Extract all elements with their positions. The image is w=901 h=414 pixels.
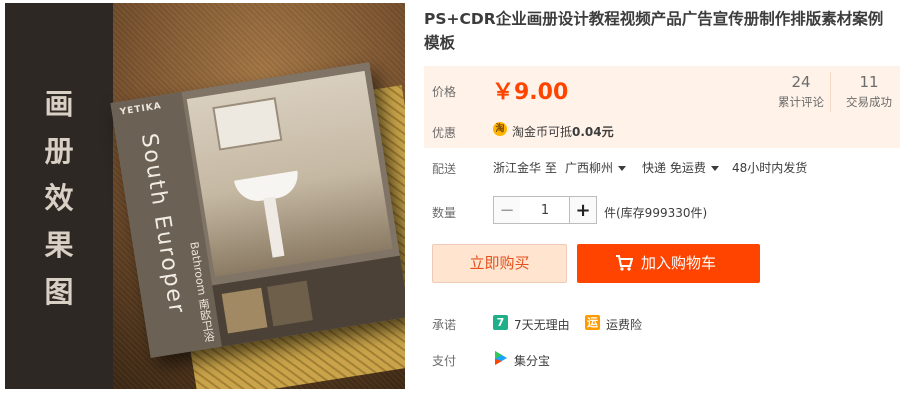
quantity-increase-button[interactable]: +	[569, 196, 597, 224]
promo-prefix: 淘金币可抵	[512, 125, 573, 139]
brochure-swatch	[267, 280, 313, 327]
payment-label: 支付	[432, 354, 457, 368]
chevron-down-icon	[710, 166, 719, 171]
image-side-band: 画 册 效 果 图	[5, 3, 113, 389]
side-char: 图	[44, 275, 74, 309]
service-seven-day-return[interactable]: 7天无理由	[514, 316, 570, 333]
stat-divider	[830, 72, 831, 112]
deals-count: 11	[859, 73, 879, 91]
promo-amount: 0.04元	[572, 125, 614, 139]
chevron-down-icon	[618, 166, 627, 171]
ship-from: 浙江金华 至	[493, 161, 557, 175]
reviews-stat[interactable]: 24 累计评论	[770, 73, 832, 110]
shipping-insurance-icon: 运	[585, 315, 600, 330]
product-title: PS+CDR企业画册设计教程视频产品广告宣传册制作排版素材案例模板	[424, 10, 884, 52]
service-shipping-insurance[interactable]: 运费险	[606, 316, 642, 333]
price-value: ￥9.00	[492, 80, 569, 105]
jifenbao-icon	[495, 351, 507, 365]
side-char: 果	[44, 228, 74, 262]
quantity-decrease-button[interactable]: −	[493, 196, 521, 224]
side-char: 册	[44, 134, 74, 168]
ship-method: 快递 免运费	[642, 161, 706, 175]
ship-dispatch: 48小时内发货	[732, 161, 808, 175]
add-to-cart-label: 加入购物车	[641, 254, 717, 272]
promo-text: 淘金币可抵0.04元	[512, 123, 614, 140]
cart-icon	[616, 255, 633, 271]
price-label: 价格	[432, 85, 457, 99]
ship-destination-select[interactable]: 广西柳州	[565, 159, 627, 176]
quantity-label: 数量	[432, 206, 457, 220]
quantity-input[interactable]	[520, 196, 570, 224]
brochure-swatch	[221, 287, 268, 334]
services-label: 承诺	[432, 318, 457, 332]
ship-destination: 广西柳州	[565, 161, 614, 175]
deals-label: 交易成功	[846, 95, 892, 109]
reviews-count: 24	[791, 73, 811, 91]
ship-method-select[interactable]: 快递 免运费	[642, 159, 719, 176]
reviews-label: 累计评论	[778, 95, 824, 109]
brochure-cover: YETIKA South Europer Bathroom 南欧卫浴	[110, 62, 405, 358]
buy-now-button[interactable]: 立即购买	[432, 244, 567, 283]
add-to-cart-button[interactable]: 加入购物车	[577, 244, 760, 283]
product-main-image[interactable]: 画 册 效 果 图 YETIKA South Europer Bathroom …	[5, 3, 405, 389]
side-char: 效	[44, 181, 74, 215]
seven-day-return-icon: 7	[493, 315, 508, 330]
deals-stat[interactable]: 11 交易成功	[838, 73, 900, 110]
side-char: 画	[44, 87, 74, 121]
promo-label: 优惠	[432, 126, 457, 140]
stock-info: 件(库存999330件)	[604, 206, 708, 220]
shipping-label: 配送	[432, 162, 457, 176]
taobao-coin-icon: 淘	[493, 122, 507, 136]
payment-method: 集分宝	[514, 354, 551, 368]
